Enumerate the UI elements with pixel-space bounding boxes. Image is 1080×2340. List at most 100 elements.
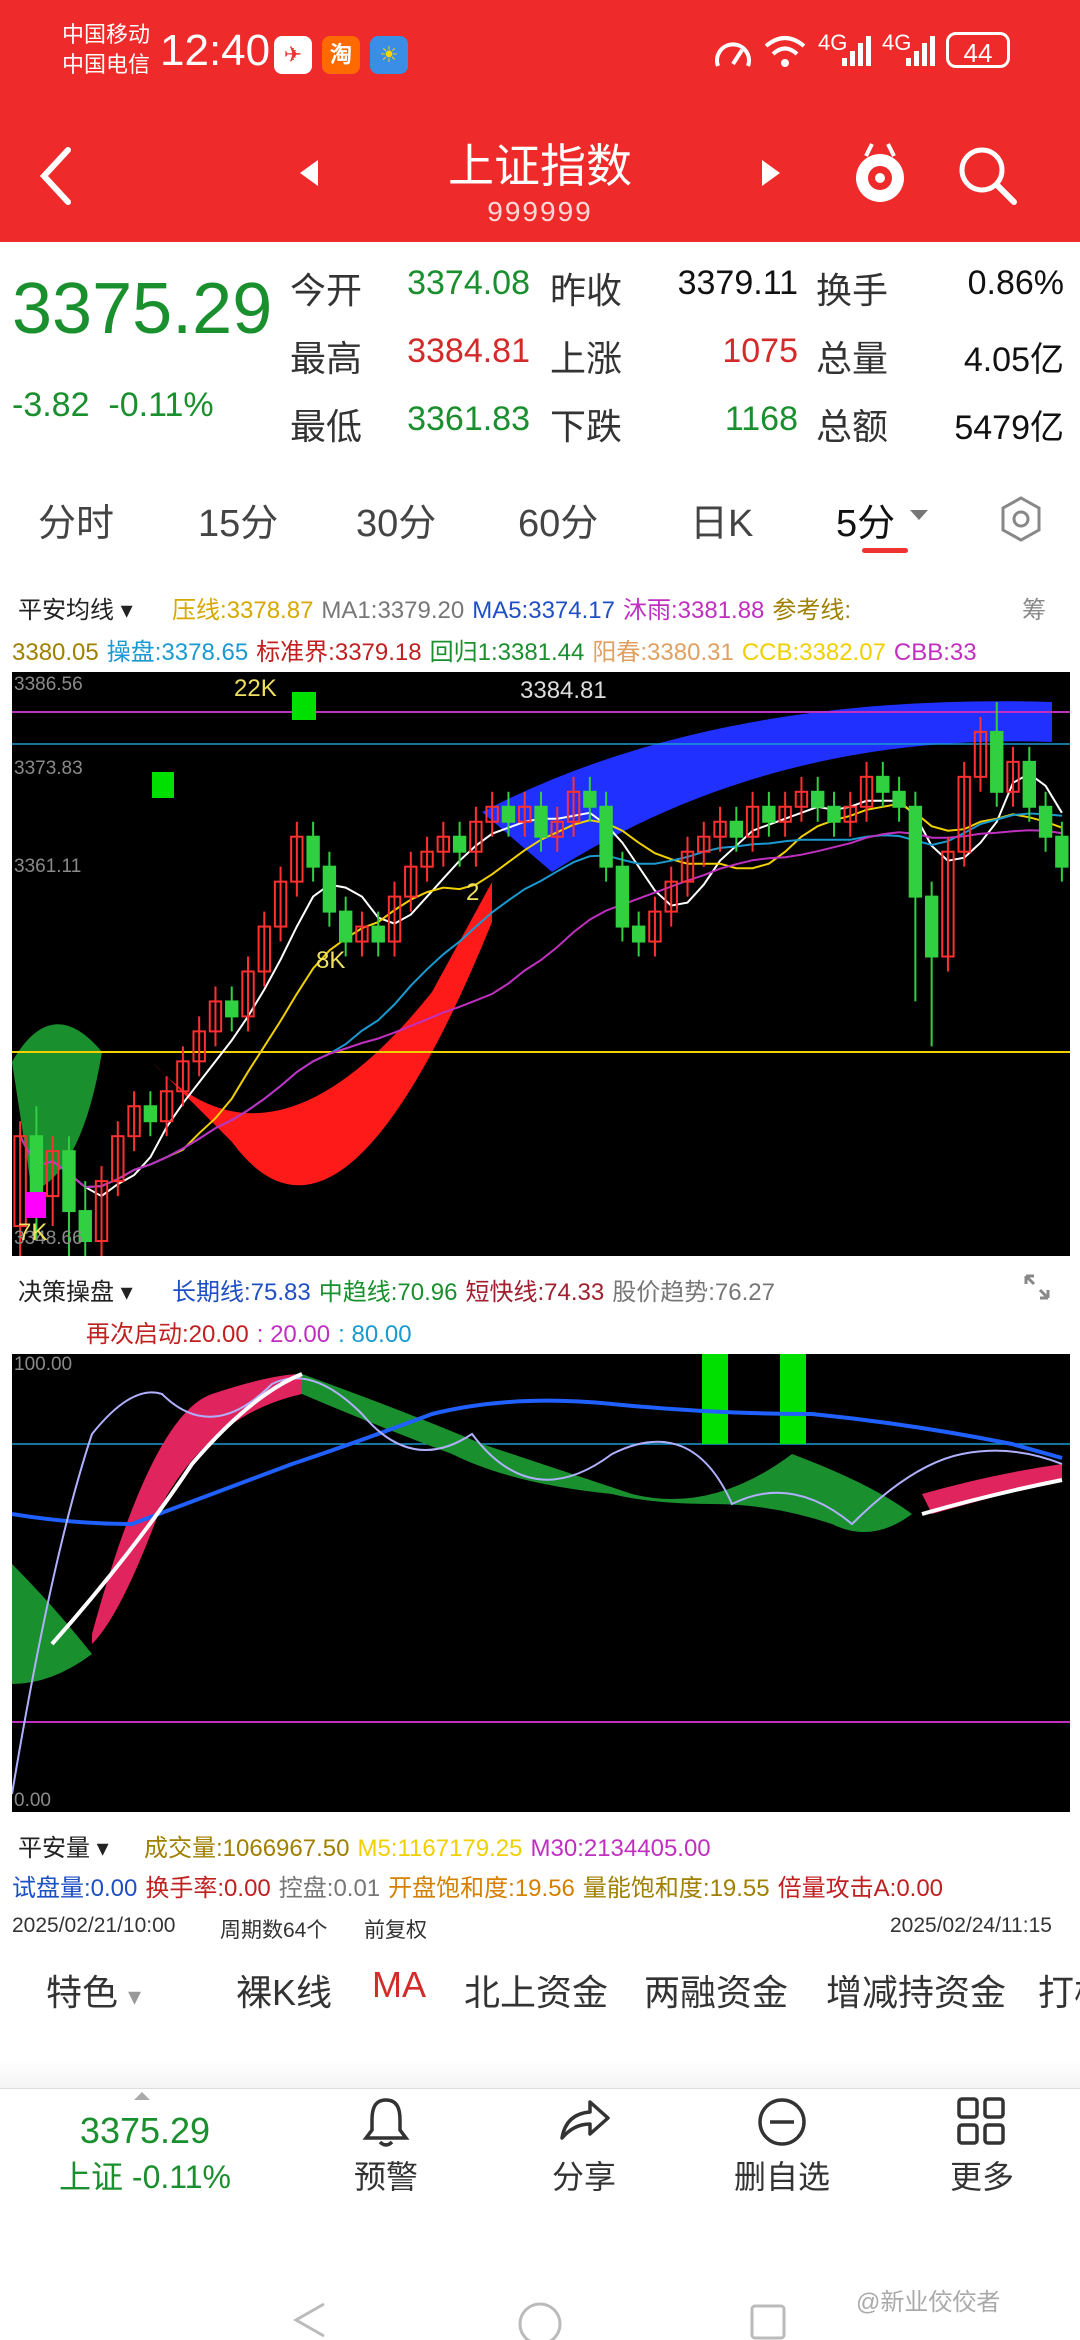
- volume-indicator-line2: 试盘量:0.00 换手率:0.00 控盘:0.01 开盘饱和度:19.56 量能饱和度:…: [12, 1868, 1080, 1903]
- battery-indicator: 44: [946, 32, 1010, 68]
- mascot-icon[interactable]: [848, 140, 912, 206]
- signal-marker: [26, 1192, 46, 1218]
- chart-annotation: 7K: [18, 1219, 47, 1246]
- next-arrow-icon[interactable]: [760, 158, 782, 188]
- y-tick-label: 3386.56: [14, 674, 83, 695]
- subtab-featured-label: 特色: [46, 1972, 119, 2013]
- subtab-limit-up[interactable]: 打板: [1038, 1964, 1080, 2016]
- tab-timeshare[interactable]: 分时: [38, 492, 114, 547]
- dropdown-icon[interactable]: [908, 508, 930, 522]
- quote-value: 5479亿: [954, 409, 1064, 447]
- indicator-value: 回归1:3381.44: [429, 639, 585, 666]
- candle-body: [811, 790, 825, 808]
- sub-indicator-label: 决策操盘: [18, 1279, 114, 1306]
- subtab-holdings[interactable]: 增减持资金: [826, 1964, 1006, 2016]
- settings-hex-icon[interactable]: [996, 494, 1046, 544]
- expand-icon[interactable]: [1022, 1272, 1052, 1302]
- sub-indicator-name[interactable]: 决策操盘 ▾: [18, 1272, 133, 1307]
- y-tick-label: 3373.83: [14, 758, 83, 779]
- grid-more-icon[interactable]: [956, 2096, 1006, 2146]
- candle-body: [615, 865, 630, 928]
- wifi-icon: [764, 36, 806, 67]
- subtab-northbound[interactable]: 北上资金: [464, 1964, 608, 2016]
- quote-value: 1168: [724, 400, 798, 438]
- quote-label: 换手: [816, 270, 889, 311]
- chart-annotation: 2: [466, 879, 479, 906]
- volume-indicator-name[interactable]: 平安量 ▾: [18, 1828, 109, 1863]
- system-recent-icon[interactable]: [748, 2300, 788, 2340]
- scroll-shadow: [0, 2060, 1080, 2088]
- candle-body: [1055, 835, 1069, 868]
- green-band-right: [302, 1374, 912, 1532]
- quote-value: 3374.08: [407, 264, 530, 302]
- candle-body: [452, 835, 467, 853]
- signal-marker: [152, 772, 174, 798]
- watermark: @新业佼佼者: [856, 2289, 1001, 2316]
- collapse-arrow-icon[interactable]: [132, 2090, 152, 2102]
- price-change: -3.82 -0.11%: [12, 386, 214, 425]
- footer-adjust: 前复权: [364, 1919, 427, 1942]
- quote-value: 1075: [722, 332, 798, 370]
- candle-body: [322, 865, 337, 913]
- ma-line-30: [19, 829, 1063, 1189]
- bottom-index-label[interactable]: 上证 -0.11%: [30, 2152, 260, 2198]
- status-time: 12:40: [160, 26, 271, 75]
- indicator-value: 压线:3378.87: [172, 597, 314, 624]
- main-indicator-name[interactable]: 平安均线 ▾: [18, 590, 133, 625]
- main-indicator-line1: 压线:3378.87 MA1:3379.20 MA5:3374.17 沐雨:3381.…: [172, 590, 859, 625]
- indicator-value: 成交量:1066967.50: [144, 1835, 350, 1862]
- signal-bar: [702, 1354, 728, 1444]
- indicator-value: 参考线:: [772, 597, 852, 624]
- sub-indicator-line1: 长期线:75.83 中趋线:70.96 短快线:74.33 股价趋势:76.27: [172, 1272, 783, 1307]
- indicator-value: 倍量攻击A:0.00: [777, 1875, 944, 1902]
- candle-body: [729, 820, 744, 838]
- footer-end-time: 2025/02/24/11:15: [890, 1914, 1052, 1937]
- carrier-info: 中国移动 中国电信: [62, 20, 150, 80]
- decision-oscillator-chart[interactable]: [12, 1354, 1070, 1812]
- system-home-icon[interactable]: [516, 2300, 564, 2340]
- bottom-price[interactable]: 3375.29: [30, 2110, 260, 2152]
- main-indicator-line2: 3380.05 操盘:3378.65 标准界:3379.18 回归1:3381.44 阳…: [12, 632, 1080, 667]
- blue-ribbon: [482, 701, 1052, 872]
- subtab-ma[interactable]: MA: [372, 1964, 426, 2006]
- indicator-value: 标准界:3379.18: [256, 639, 422, 666]
- footer-cycles: 周期数64个: [220, 1919, 328, 1942]
- candle-body: [599, 805, 613, 868]
- kline-chart[interactable]: 3386.563373.833361.113348.6622K8K7K23384…: [12, 672, 1070, 1256]
- quote-value: 4.05亿: [963, 341, 1064, 379]
- tab-5min[interactable]: 5分: [836, 492, 895, 547]
- candle-body: [908, 805, 923, 898]
- signal-bars-icon: [842, 36, 871, 66]
- alert-button[interactable]: 预警: [306, 2152, 466, 2198]
- share-icon[interactable]: [556, 2094, 612, 2146]
- quote-label: 昨收: [550, 270, 623, 311]
- chips-label[interactable]: 筹: [1022, 590, 1046, 625]
- candle-body: [892, 790, 906, 808]
- carrier-1: 中国移动: [62, 22, 151, 47]
- indicator-value: MA5:3374.17: [472, 597, 615, 624]
- taobao-icon: 淘: [322, 36, 360, 74]
- tab-15min[interactable]: 15分: [198, 492, 278, 547]
- more-button[interactable]: 更多: [902, 2152, 1062, 2198]
- share-button[interactable]: 分享: [504, 2152, 664, 2198]
- quote-label: 最高: [290, 338, 363, 379]
- subtab-margin[interactable]: 两融资金: [644, 1964, 788, 2016]
- bell-icon[interactable]: [360, 2094, 412, 2150]
- remove-watchlist-button[interactable]: 删自选: [702, 2152, 862, 2198]
- indicator-value: 开盘饱和度:19.56: [388, 1875, 575, 1902]
- indicator-value: 长期线:75.83: [172, 1279, 311, 1306]
- indicator-value: 短快线:74.33: [465, 1279, 605, 1306]
- tab-daily-k[interactable]: 日K: [690, 492, 753, 547]
- indicator-value: 中趋线:70.96: [318, 1279, 458, 1306]
- subtab-naked-k[interactable]: 裸K线: [236, 1964, 332, 2016]
- tab-60min[interactable]: 60分: [518, 492, 598, 547]
- tab-30min[interactable]: 30分: [356, 492, 436, 547]
- remove-circle-icon[interactable]: [756, 2096, 808, 2148]
- candle-body: [924, 895, 939, 958]
- indicator-value: 换手率:0.00: [145, 1875, 271, 1902]
- change-percent: -0.11%: [108, 386, 214, 424]
- subtab-featured[interactable]: 特色 ▾: [46, 1964, 141, 2016]
- system-back-icon[interactable]: [290, 2300, 330, 2340]
- footer-start-time: 2025/02/21/10:00: [12, 1914, 176, 1937]
- search-icon[interactable]: [956, 144, 1018, 206]
